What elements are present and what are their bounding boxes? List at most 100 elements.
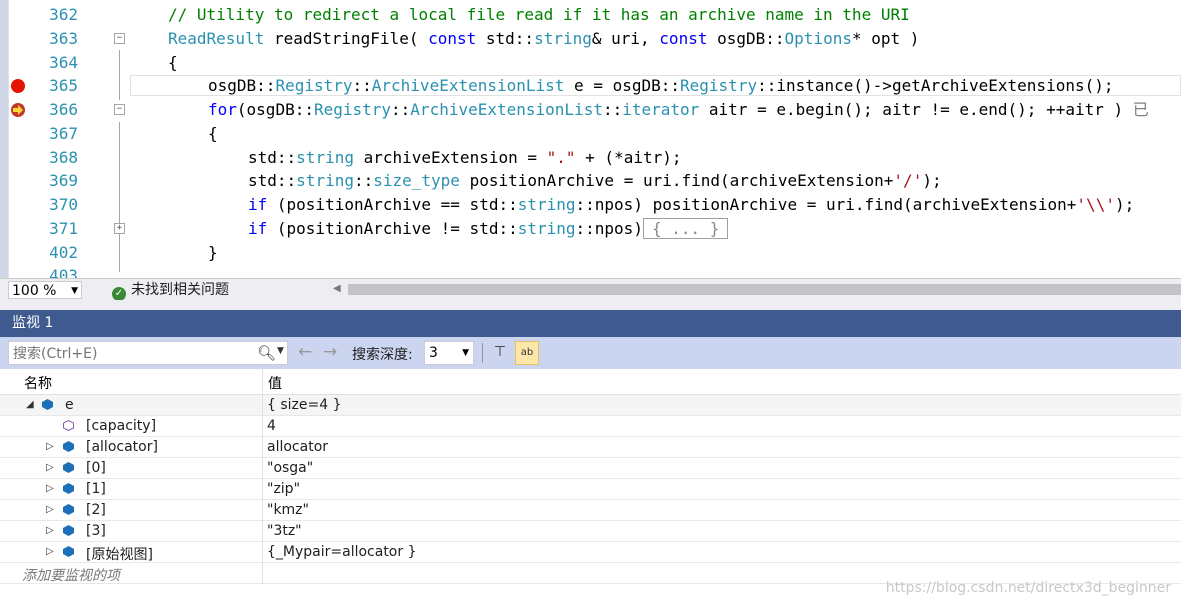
column-divider (262, 500, 263, 521)
code-line[interactable]: 363 − ReadResult readStringFile( const s… (0, 27, 1181, 51)
watch-value[interactable]: "kmz" (267, 502, 309, 518)
expand-triangle-icon[interactable]: ▷ (46, 546, 54, 557)
watch-value[interactable]: "3tz" (267, 523, 302, 539)
column-divider (262, 416, 263, 437)
watch-row[interactable]: ◢ e { size=4 } (0, 395, 1181, 416)
watch-name: [allocator] (86, 439, 158, 455)
code-line-current[interactable]: 365 osgDB::Registry::ArchiveExtensionLis… (0, 74, 1181, 98)
collapse-icon[interactable]: − (114, 33, 125, 44)
line-number: 367 (49, 124, 78, 143)
code-text: ReadResult readStringFile( const std::st… (168, 27, 919, 51)
watch-name: [2] (86, 502, 106, 518)
column-divider[interactable] (262, 369, 263, 394)
watch-value[interactable]: {_Mypair=allocator } (267, 544, 416, 560)
arrow-right-icon[interactable]: → (323, 342, 337, 362)
watch-value[interactable]: { size=4 } (267, 397, 342, 413)
code-line[interactable]: 362 // Utility to redirect a local file … (0, 3, 1181, 27)
issues-text: 未找到相关问题 (131, 282, 229, 298)
watch-row[interactable]: ▷ [3] "3tz" (0, 521, 1181, 542)
code-token: Registry (313, 100, 392, 119)
watch-row[interactable]: ▷ [allocator] allocator (0, 437, 1181, 458)
code-text: { (168, 53, 178, 72)
search-depth-select[interactable]: 3 ▼ (424, 341, 474, 365)
search-depth-value: 3 (429, 345, 438, 361)
code-token: e = osgDB:: (564, 76, 681, 95)
watch-row[interactable]: ▷ [0] "osga" (0, 458, 1181, 479)
watch-row[interactable]: ▷ [2] "kmz" (0, 500, 1181, 521)
code-token: + (*aitr); (575, 148, 682, 167)
chevron-down-icon[interactable]: ▼ (277, 346, 284, 356)
watch-name: [原始视图] (86, 547, 153, 563)
hex-display-button[interactable]: ab (515, 341, 539, 365)
code-token: string (296, 171, 354, 190)
line-number: 371 (49, 219, 78, 238)
code-line[interactable]: 402 } (0, 241, 1181, 265)
collapsed-block[interactable]: { ... } (642, 218, 729, 239)
expand-triangle-icon[interactable]: ▷ (46, 525, 54, 536)
search-input[interactable] (9, 342, 255, 366)
scroll-left-icon[interactable]: ◀ (333, 283, 341, 294)
watch-row[interactable]: ▷ [原始视图] {_Mypair=allocator } (0, 542, 1181, 563)
code-text: std::string archiveExtension = "." + (*a… (248, 146, 682, 170)
zoom-value: 100 % (12, 283, 57, 299)
collapse-triangle-icon[interactable]: ◢ (26, 399, 34, 410)
column-header-name[interactable]: 名称 (24, 373, 52, 393)
expand-triangle-icon[interactable]: ▷ (46, 483, 54, 494)
issues-indicator[interactable]: ✓ 未找到相关问题 (112, 281, 229, 301)
code-line[interactable]: 403 (0, 264, 1181, 278)
expand-triangle-icon[interactable]: ▷ (46, 441, 54, 452)
collapse-icon[interactable]: − (114, 104, 125, 115)
watch-row[interactable]: ▷ [1] "zip" (0, 479, 1181, 500)
filter-pin-icon[interactable]: ⊤ (490, 342, 510, 362)
code-line[interactable]: 369 std::string::size_type positionArchi… (0, 169, 1181, 193)
code-editor[interactable]: 362 // Utility to redirect a local file … (0, 0, 1181, 278)
watch-name: [0] (86, 460, 106, 476)
add-watch-placeholder[interactable]: 添加要监视的项 (22, 565, 120, 585)
watch-value[interactable]: "osga" (267, 460, 313, 476)
breakpoint-icon[interactable] (10, 78, 26, 94)
code-token: :: (602, 100, 623, 119)
code-line[interactable]: 370 if (positionArchive == std::string::… (0, 193, 1181, 217)
code-text: if (positionArchive != std::string::npos… (248, 217, 729, 241)
code-line[interactable]: 364 { (0, 51, 1181, 75)
expand-triangle-icon[interactable]: ▷ (46, 504, 54, 515)
column-header-value[interactable]: 值 (268, 373, 282, 393)
toolbar-divider (482, 343, 483, 363)
code-token: aitr = e.begin(); aitr != e.end(); ++ait… (699, 100, 1133, 119)
code-text: // Utility to redirect a local file read… (168, 5, 910, 24)
variable-icon (63, 525, 74, 536)
expand-triangle-icon[interactable]: ▷ (46, 462, 54, 473)
code-token: size_type (373, 171, 460, 190)
search-icon[interactable]: 🔍︎ (257, 344, 276, 362)
line-number: 362 (49, 5, 78, 24)
code-line[interactable]: 368 std::string archiveExtension = "." +… (0, 146, 1181, 170)
watch-value[interactable]: allocator (267, 439, 328, 455)
code-line[interactable]: 371 + if (positionArchive != std::string… (0, 217, 1181, 241)
watch-row[interactable]: [capacity] 4 (0, 416, 1181, 437)
current-statement-arrow-icon[interactable] (10, 102, 26, 118)
column-divider (262, 542, 263, 563)
variable-icon (63, 441, 74, 452)
code-token: :: (353, 171, 374, 190)
watch-value[interactable]: 4 (267, 418, 276, 434)
expand-icon[interactable]: + (114, 223, 125, 234)
horizontal-scrollbar[interactable] (348, 284, 1181, 295)
zoom-select[interactable]: 100 % ▼ (8, 281, 82, 299)
code-token: '\\' (1076, 195, 1115, 214)
panel-splitter[interactable] (0, 300, 1181, 310)
column-divider (262, 563, 263, 584)
search-box: 🔍︎ ▼ (8, 341, 288, 366)
code-token: positionArchive = uri.find(archiveExtens… (459, 171, 894, 190)
arrow-left-icon[interactable]: ← (298, 342, 312, 362)
watch-window-title[interactable]: 监视 1 (0, 310, 1181, 337)
search-depth-label: 搜索深度: (352, 347, 413, 363)
watch-name: [1] (86, 481, 106, 497)
code-line[interactable]: 366 − for(osgDB::Registry::ArchiveExtens… (0, 98, 1181, 122)
variable-icon (63, 483, 74, 494)
code-line[interactable]: 367 { (0, 122, 1181, 146)
line-number: 402 (49, 243, 78, 262)
watermark: https://blog.csdn.net/directx3d_beginner (885, 580, 1171, 596)
watch-value[interactable]: "zip" (267, 481, 300, 497)
line-number: 365 (49, 76, 78, 95)
code-token: string (517, 219, 576, 238)
